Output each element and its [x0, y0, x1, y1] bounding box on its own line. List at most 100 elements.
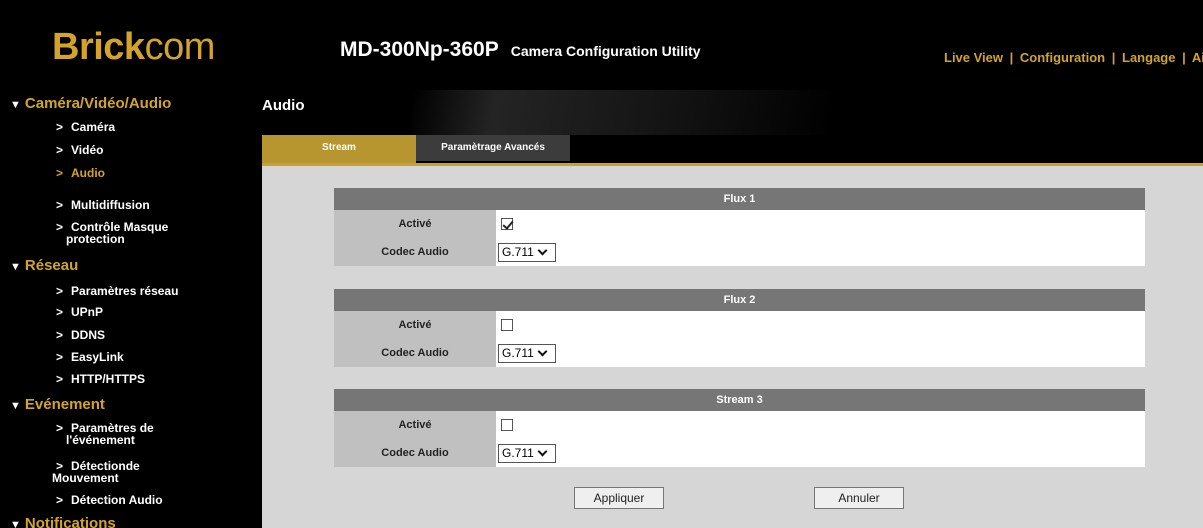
chevron-down-icon [537, 446, 548, 456]
codec-label: Codec Audio [334, 339, 496, 367]
sidebar-item-video[interactable]: > Vidéo [56, 144, 103, 156]
chevron-right-icon: > [56, 350, 64, 364]
page-title: Audio [262, 97, 305, 114]
sidebar-item-audio[interactable]: > Audio [56, 167, 105, 179]
sidebar-section-notifications[interactable]: ▼ Notifications [10, 515, 116, 528]
stream-panel-2: Flux 2 Activé Codec Audio G.711 [334, 289, 1145, 367]
chevron-right-icon: > [56, 120, 64, 134]
logo-text-bold: Brick [52, 26, 145, 68]
sidebar-item-upnp[interactable]: > UPnP [56, 306, 103, 318]
page-title-bar: Audio [232, 90, 1203, 135]
sidebar-item-label: Audio [71, 166, 106, 180]
expand-triangle-icon: ▼ [10, 99, 21, 111]
sidebar-section-camera-video-audio[interactable]: ▼ Caméra/Vidéo/Audio [10, 95, 171, 112]
nav-language[interactable]: Langage [1122, 50, 1175, 65]
tabs-row: Stream Paramètrage Avancés [232, 135, 1203, 165]
expand-triangle-icon: ▼ [10, 519, 21, 528]
chevron-right-icon: > [56, 198, 64, 212]
sidebar: ▼ Caméra/Vidéo/Audio > Caméra > Vidéo > Audi… [0, 90, 232, 528]
codec-select[interactable]: G.711 [498, 242, 556, 262]
sidebar-section-label: Evénement [24, 396, 105, 413]
chevron-down-icon [537, 346, 548, 356]
cancel-button[interactable]: Annuler [814, 487, 904, 509]
codec-select[interactable]: G.711 [498, 443, 556, 463]
expand-triangle-icon: ▼ [10, 261, 21, 273]
panel-title: Flux 1 [334, 188, 1145, 210]
sidebar-item-label: UPnP [71, 305, 104, 319]
enabled-row: Activé [334, 311, 1145, 339]
sidebar-section-label: Notifications [24, 515, 116, 528]
sidebar-item-easylink[interactable]: > EasyLink [56, 351, 124, 363]
codec-row: Codec Audio G.711 [334, 339, 1145, 367]
tab-stream[interactable]: Stream [262, 135, 416, 165]
chevron-right-icon: > [56, 493, 64, 507]
sidebar-section-network[interactable]: ▼ Réseau [10, 257, 78, 274]
header: Brickcom MD-300Np-360P Camera Configurat… [0, 0, 1203, 90]
sidebar-item-label: Détection Audio [71, 493, 163, 507]
title-bar-decoration [412, 90, 832, 135]
sidebar-item-label: HTTP/HTTPS [71, 372, 146, 386]
stream-panel-3: Stream 3 Activé Codec Audio G.711 [334, 389, 1145, 467]
codec-row: Codec Audio G.711 [334, 439, 1145, 467]
enabled-row: Activé [334, 411, 1145, 439]
codec-cell: G.711 [496, 238, 1145, 266]
model-name: MD-300Np-360P [340, 38, 499, 61]
chevron-right-icon: > [56, 372, 64, 386]
chevron-right-icon: > [56, 143, 64, 157]
sidebar-item-motion-detection[interactable]: > Détectionde Mouvement [52, 460, 140, 484]
sidebar-item-label: DDNS [71, 328, 106, 342]
chevron-right-icon: > [56, 305, 64, 319]
sidebar-item-label-line2: Mouvement [52, 471, 119, 485]
codec-row: Codec Audio G.711 [334, 238, 1145, 266]
top-navigation: Live View | Configuration | Langage | Ai… [944, 50, 1203, 65]
sidebar-item-label: Multidiffusion [71, 198, 150, 212]
codec-select-value: G.711 [502, 446, 534, 460]
sidebar-section-label: Réseau [24, 257, 79, 274]
sidebar-item-http-https[interactable]: > HTTP/HTTPS [56, 373, 145, 385]
enabled-checkbox[interactable] [501, 218, 513, 230]
logo-text-light: com [144, 26, 216, 68]
codec-select-value: G.711 [502, 346, 534, 360]
main-content: Flux 1 Activé Codec Audio G.711 Flux 2 A… [262, 166, 1203, 528]
chevron-right-icon: > [56, 284, 64, 298]
enabled-label: Activé [334, 311, 496, 339]
sidebar-item-label: Caméra [71, 120, 116, 134]
sidebar-item-camera[interactable]: > Caméra [56, 121, 115, 133]
sidebar-item-label-line2: protection [66, 232, 125, 246]
sidebar-item-event-settings[interactable]: > Paramètres de l'événement [56, 422, 154, 446]
codec-select[interactable]: G.711 [498, 343, 556, 363]
enabled-cell [496, 210, 1145, 238]
sidebar-item-privacy-mask[interactable]: > Contrôle Masque protection [56, 221, 168, 245]
sidebar-item-multicast[interactable]: > Multidiffusion [56, 199, 150, 211]
nav-configuration[interactable]: Configuration [1020, 50, 1105, 65]
apply-button[interactable]: Appliquer [574, 487, 664, 509]
codec-label: Codec Audio [334, 238, 496, 266]
sidebar-section-event[interactable]: ▼ Evénement [10, 396, 105, 413]
sidebar-item-ddns[interactable]: > DDNS [56, 329, 105, 341]
enabled-checkbox[interactable] [501, 419, 513, 431]
codec-select-value: G.711 [502, 245, 534, 259]
sidebar-item-network-settings[interactable]: > Paramètres réseau [56, 285, 178, 297]
sidebar-item-label: EasyLink [71, 350, 124, 364]
expand-triangle-icon: ▼ [10, 400, 21, 412]
codec-cell: G.711 [496, 339, 1145, 367]
sidebar-item-label: Vidéo [71, 143, 104, 157]
chevron-right-icon: > [56, 166, 64, 180]
brand-logo[interactable]: Brickcom [52, 26, 215, 69]
chevron-right-icon: > [56, 220, 64, 234]
nav-help[interactable]: Aide [1192, 50, 1203, 65]
sidebar-section-label: Caméra/Vidéo/Audio [24, 95, 172, 112]
chevron-right-icon: > [56, 421, 64, 435]
nav-separator: | [1182, 50, 1186, 65]
enabled-checkbox[interactable] [501, 319, 513, 331]
sidebar-item-label-line2: l'événement [66, 433, 135, 447]
codec-label: Codec Audio [334, 439, 496, 467]
enabled-label: Activé [334, 210, 496, 238]
codec-cell: G.711 [496, 439, 1145, 467]
nav-separator: | [1111, 50, 1116, 65]
enabled-cell [496, 411, 1145, 439]
nav-live-view[interactable]: Live View [944, 50, 1003, 65]
enabled-label: Activé [334, 411, 496, 439]
tab-advanced-settings[interactable]: Paramètrage Avancés [416, 135, 570, 161]
sidebar-item-audio-detection[interactable]: > Détection Audio [56, 494, 163, 506]
